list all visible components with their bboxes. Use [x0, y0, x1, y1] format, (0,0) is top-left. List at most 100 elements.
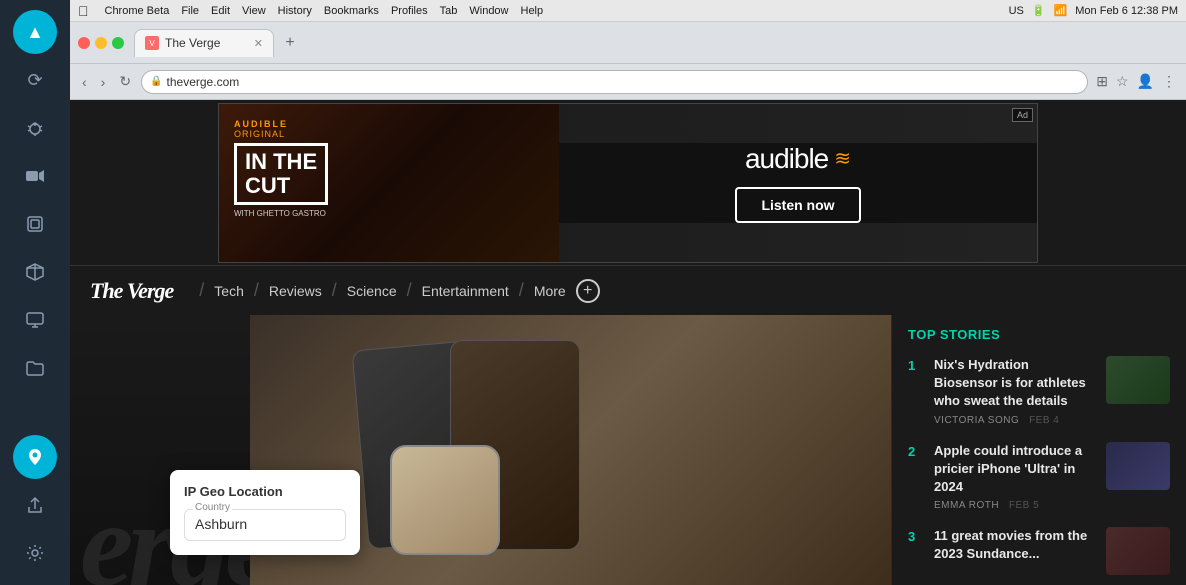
story-title-3[interactable]: 11 great movies from the 2023 Sundance..…: [934, 527, 1096, 563]
menu-file[interactable]: File: [181, 5, 199, 17]
sidebar-btn-layers[interactable]: [13, 202, 57, 246]
minimize-window-btn[interactable]: [95, 37, 107, 49]
story-title-2[interactable]: Apple could introduce a pricier iPhone '…: [934, 442, 1096, 497]
fullscreen-window-btn[interactable]: [112, 37, 124, 49]
nav-sep-5: /: [519, 280, 524, 301]
page-content: audible ORIGINAL IN THE CUT WITH GHETTO …: [70, 100, 1186, 585]
sidebar-btn-settings[interactable]: [13, 531, 57, 575]
nav-sep-3: /: [332, 280, 337, 301]
new-tab-btn[interactable]: +: [278, 31, 302, 55]
ad-banner: audible ORIGINAL IN THE CUT WITH GHETTO …: [70, 100, 1186, 265]
sidebar-btn-folder[interactable]: [13, 346, 57, 390]
nav-link-science[interactable]: Science: [347, 283, 397, 299]
hero-area: erge IP Geo Location Country Ashburn: [70, 315, 891, 585]
menu-history[interactable]: History: [278, 5, 312, 17]
nav-link-tech[interactable]: Tech: [214, 283, 244, 299]
datetime: Mon Feb 6 12:38 PM: [1075, 5, 1178, 17]
menu-chrome-beta[interactable]: Chrome Beta: [105, 5, 170, 17]
story-date-2: FEB 5: [1009, 500, 1039, 511]
story-num-3: 3: [908, 529, 924, 544]
story-item-1: 1 Nix's Hydration Biosensor is for athle…: [908, 356, 1170, 426]
left-sidebar: ▲ ⟳: [0, 0, 70, 585]
profile-btn[interactable]: 👤: [1135, 71, 1156, 92]
story-item-3: 3 11 great movies from the 2023 Sundance…: [908, 527, 1170, 575]
story-num-1: 1: [908, 358, 924, 373]
forward-btn[interactable]: ›: [97, 72, 110, 92]
tab-bar: V The Verge ✕ +: [134, 29, 1178, 57]
sidebar-btn-location[interactable]: [13, 435, 57, 479]
apple-menu[interactable]: : [78, 3, 89, 19]
verge-nav: The Verge / Tech / Reviews / Science / E…: [70, 265, 1186, 315]
story-thumb-3: [1106, 527, 1170, 575]
ad-text-block: audible ORIGINAL IN THE CUT WITH GHETTO …: [234, 119, 328, 218]
battery-icon: 🔋: [1032, 4, 1046, 17]
sidebar-btn-box[interactable]: [13, 250, 57, 294]
menu-help[interactable]: Help: [521, 5, 544, 17]
ad-audible-label: audible: [234, 119, 328, 129]
address-bar[interactable]: 🔒 theverge.com: [141, 70, 1088, 94]
menu-bar-right: US 🔋 📶 Mon Feb 6 12:38 PM: [1009, 4, 1178, 17]
browser-toolbar: V The Verge ✕ +: [70, 22, 1186, 64]
ad-left-panel: audible ORIGINAL IN THE CUT WITH GHETTO …: [219, 104, 559, 262]
story-title-1[interactable]: Nix's Hydration Biosensor is for athlete…: [934, 356, 1096, 411]
story-content-2: Apple could introduce a pricier iPhone '…: [934, 442, 1096, 512]
nav-sep-1: /: [199, 280, 204, 301]
tab-close-btn[interactable]: ✕: [254, 37, 263, 50]
geo-country-field[interactable]: Country Ashburn: [184, 509, 346, 541]
extensions-btn[interactable]: ⊞: [1094, 71, 1110, 92]
story-meta-1: VICTORIA SONG FEB 4: [934, 415, 1096, 426]
ad-badge: Ad: [1012, 108, 1033, 122]
audible-wifi-icon: ≋: [834, 146, 851, 171]
verge-logo: The Verge: [90, 278, 173, 304]
lock-icon: 🔒: [150, 76, 162, 87]
ad-original-label: ORIGINAL: [234, 129, 328, 139]
nav-actions: ⊞ ☆ 👤 ⋮: [1094, 71, 1178, 92]
top-stories-title: Top Stories: [908, 327, 1170, 342]
story-author-2: EMMA ROTH: [934, 500, 999, 511]
story-item-2: 2 Apple could introduce a pricier iPhone…: [908, 442, 1170, 512]
status-indicator: US: [1009, 5, 1024, 17]
audible-logo: audible ≋: [745, 143, 851, 175]
story-thumb-2: [1106, 442, 1170, 490]
ad-title: IN THE CUT: [234, 143, 328, 205]
menu-window[interactable]: Window: [469, 5, 508, 17]
sidebar-btn-bug[interactable]: [13, 106, 57, 150]
traffic-lights: [78, 37, 124, 49]
menu-btn[interactable]: ⋮: [1160, 71, 1178, 92]
sidebar-btn-share[interactable]: [13, 483, 57, 527]
geo-popup: IP Geo Location Country Ashburn: [170, 470, 360, 555]
nav-sep-4: /: [407, 280, 412, 301]
story-thumb-1: [1106, 356, 1170, 404]
browser-tab[interactable]: V The Verge ✕: [134, 29, 274, 57]
menu-edit[interactable]: Edit: [211, 5, 230, 17]
listen-now-btn[interactable]: Listen now: [735, 187, 860, 223]
story-author-1: VICTORIA SONG: [934, 415, 1019, 426]
sidebar-btn-monitor[interactable]: [13, 298, 57, 342]
story-content-3: 11 great movies from the 2023 Sundance..…: [934, 527, 1096, 567]
sidebar-btn-up[interactable]: ▲: [13, 10, 57, 54]
device-wearable: [390, 445, 500, 555]
back-btn[interactable]: ‹: [78, 72, 91, 92]
audible-brand-text: audible: [745, 143, 828, 175]
story-content-1: Nix's Hydration Biosensor is for athlete…: [934, 356, 1096, 426]
sidebar-btn-sync[interactable]: ⟳: [13, 58, 57, 102]
geo-popup-title: IP Geo Location: [184, 484, 346, 499]
tab-favicon: V: [145, 36, 159, 50]
nav-more-btn[interactable]: More +: [534, 279, 600, 303]
wifi-icon: 📶: [1054, 4, 1068, 17]
geo-field-label: Country: [193, 502, 232, 513]
nav-link-reviews[interactable]: Reviews: [269, 283, 322, 299]
device-stack: [310, 325, 871, 575]
bookmark-btn[interactable]: ☆: [1114, 71, 1131, 92]
reload-btn[interactable]: ↻: [115, 71, 135, 92]
story-num-2: 2: [908, 444, 924, 459]
menu-tab[interactable]: Tab: [440, 5, 458, 17]
tab-label: The Verge: [165, 36, 220, 50]
nav-link-entertainment[interactable]: Entertainment: [422, 283, 509, 299]
geo-field-value: Ashburn: [195, 516, 247, 532]
menu-view[interactable]: View: [242, 5, 266, 17]
menu-profiles[interactable]: Profiles: [391, 5, 428, 17]
close-window-btn[interactable]: [78, 37, 90, 49]
sidebar-btn-video[interactable]: [13, 154, 57, 198]
menu-bookmarks[interactable]: Bookmarks: [324, 5, 379, 17]
